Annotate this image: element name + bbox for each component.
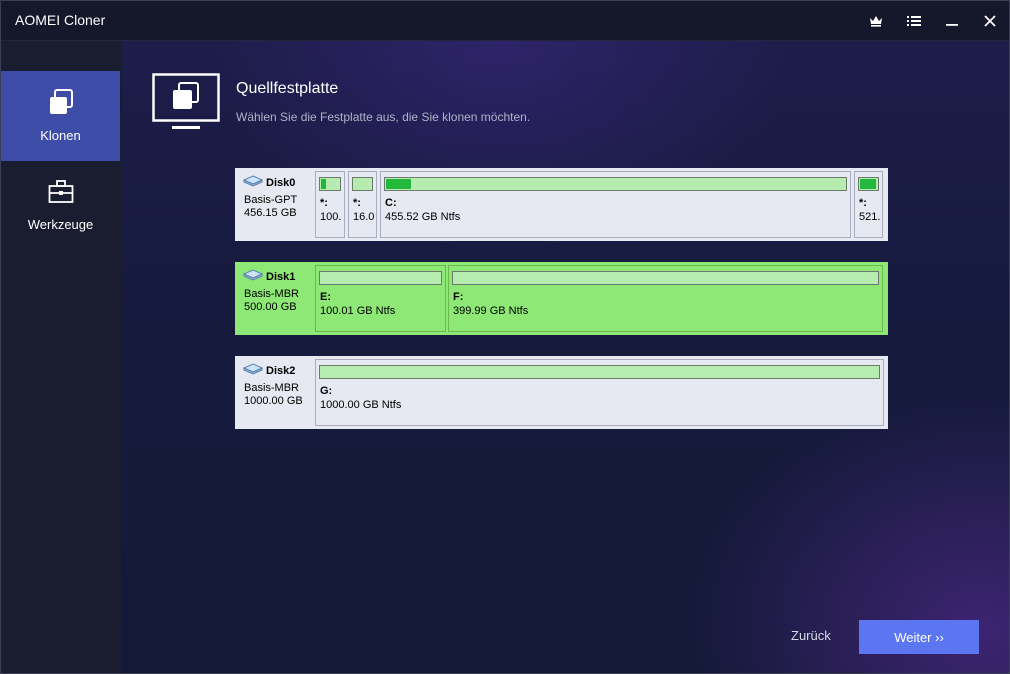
sidebar-item-label: Werkzeuge xyxy=(27,217,94,232)
disk-info: Disk1 Basis-MBR 500.00 GB xyxy=(235,262,313,335)
partition-desc: 455.52 GB Ntfs xyxy=(385,211,461,223)
partition-desc: 1000.00 GB Ntfs xyxy=(320,399,402,411)
disk-info: Disk2 Basis-MBR 1000.00 GB xyxy=(235,356,313,429)
disk-name: Disk1 xyxy=(242,269,295,284)
partition-label: *: xyxy=(320,197,328,209)
hard-disk-icon xyxy=(242,363,264,378)
sidebar-item-klonen[interactable]: Klonen xyxy=(1,71,120,161)
sidebar-item-werkzeuge[interactable]: Werkzeuge xyxy=(1,161,120,251)
monitor-clone-icon xyxy=(152,73,220,134)
disk-name: Disk2 xyxy=(242,363,295,378)
partition-label: *: xyxy=(353,197,361,209)
main-panel: Quellfestplatte Wählen Sie die Festplatt… xyxy=(121,41,1009,673)
partition-disk1-2[interactable]: F: 399.99 GB Ntfs xyxy=(448,265,883,332)
menu-list-icon[interactable] xyxy=(903,10,925,32)
toolbox-icon xyxy=(48,180,74,207)
title-bar: AOMEI Cloner xyxy=(1,1,1009,41)
partition-desc: 100. xyxy=(320,211,342,223)
disk-size: 1000.00 GB xyxy=(244,395,303,407)
partition-disk2-1[interactable]: G: 1000.00 GB Ntfs xyxy=(315,359,884,426)
disk-size: 500.00 GB xyxy=(244,301,297,313)
sidebar-item-label: Klonen xyxy=(40,128,81,143)
partition-disk0-1[interactable]: *: 100. xyxy=(315,171,345,238)
partition-usage-bar xyxy=(858,177,879,191)
partition-usage-fill xyxy=(321,179,326,189)
hard-disk-icon xyxy=(242,269,264,284)
partition-usage-bar xyxy=(384,177,847,191)
partition-desc: 100.01 GB Ntfs xyxy=(320,305,396,317)
disk-name: Disk0 xyxy=(242,175,295,190)
disk-type: Basis-MBR xyxy=(244,288,300,300)
app-window: AOMEI Cloner Klonen Werkzeuge Quellfestp… xyxy=(0,0,1010,674)
page-subtitle: Wählen Sie die Festplatte aus, die Sie k… xyxy=(236,110,531,124)
disk-size: 456.15 GB xyxy=(244,207,297,219)
clone-icon xyxy=(48,89,74,118)
partition-label: *: xyxy=(859,197,867,209)
partition-disk1-1[interactable]: E: 100.01 GB Ntfs xyxy=(315,265,446,332)
disk-row-disk2[interactable]: Disk2 Basis-MBR 1000.00 GB G: 1000.00 GB… xyxy=(235,356,888,429)
partition-usage-bar xyxy=(319,271,442,285)
close-icon[interactable] xyxy=(979,10,1001,32)
next-button[interactable]: Weiter ›› xyxy=(859,620,979,654)
page-title: Quellfestplatte xyxy=(236,80,339,97)
app-title: AOMEI Cloner xyxy=(15,12,106,28)
minimize-icon[interactable] xyxy=(941,10,963,32)
disk-info: Disk0 Basis-GPT 456.15 GB xyxy=(235,168,313,241)
partition-usage-bar xyxy=(452,271,879,285)
partition-desc: 16.0 xyxy=(353,211,375,223)
disk-type: Basis-MBR xyxy=(244,382,300,394)
partition-usage-bar xyxy=(352,177,373,191)
partition-desc: 521. xyxy=(859,211,881,223)
partition-disk0-2[interactable]: *: 16.0 xyxy=(348,171,377,238)
partition-usage-bar xyxy=(319,365,880,379)
partition-usage-bar xyxy=(319,177,341,191)
hard-disk-icon xyxy=(242,175,264,190)
partition-disk0-3[interactable]: C: 455.52 GB Ntfs xyxy=(380,171,851,238)
partition-usage-fill xyxy=(860,179,877,189)
partition-disk0-4[interactable]: *: 521. xyxy=(854,171,883,238)
partition-desc: 399.99 GB Ntfs xyxy=(453,305,529,317)
disk-row-disk1[interactable]: Disk1 Basis-MBR 500.00 GB E: 100.01 GB N… xyxy=(235,262,888,335)
partition-label: G: xyxy=(320,385,333,397)
sidebar: Klonen Werkzeuge xyxy=(1,41,121,673)
partition-label: C: xyxy=(385,197,397,209)
disk-type: Basis-GPT xyxy=(244,194,298,206)
partition-label: E: xyxy=(320,291,331,303)
partition-label: F: xyxy=(453,291,464,303)
partition-usage-fill xyxy=(386,179,412,189)
back-button[interactable]: Zurück xyxy=(791,628,831,643)
disk-row-disk0[interactable]: Disk0 Basis-GPT 456.15 GB *: 100. *: 16.… xyxy=(235,168,888,241)
crown-icon[interactable] xyxy=(865,10,887,32)
